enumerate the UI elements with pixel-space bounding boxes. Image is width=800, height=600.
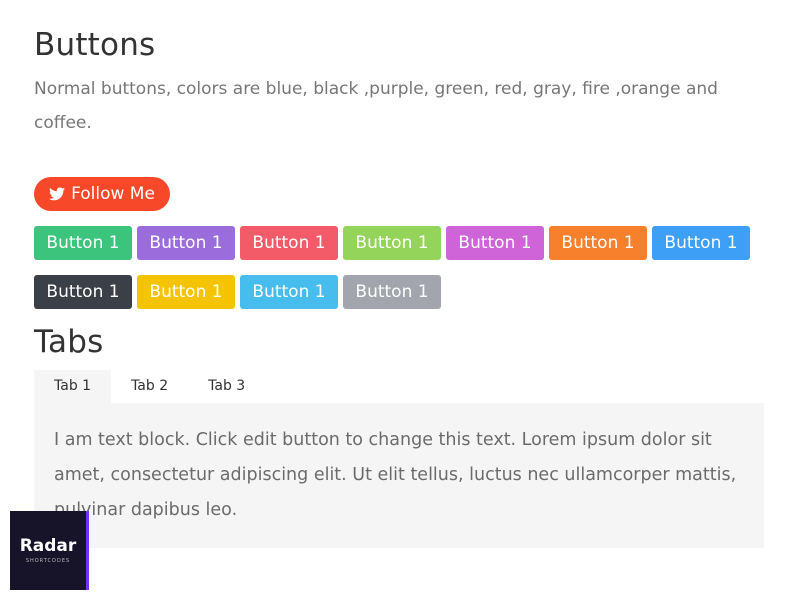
logo-name: Radar	[19, 536, 77, 556]
color-button[interactable]: Button 1	[34, 226, 132, 260]
color-button[interactable]: Button 1	[343, 226, 441, 260]
color-button[interactable]: Button 1	[34, 275, 132, 309]
tab-bar: Tab 1 Tab 2 Tab 3	[34, 370, 265, 403]
button-row-1: Button 1 Button 1 Button 1 Button 1 Button 1…	[34, 226, 750, 260]
button-row-2: Button 1 Button 1 Button 1 Button 1	[34, 275, 441, 309]
color-button[interactable]: Button 1	[137, 226, 235, 260]
color-button[interactable]: Button 1	[240, 226, 338, 260]
color-button[interactable]: Button 1	[549, 226, 647, 260]
color-button[interactable]: Button 1	[446, 226, 544, 260]
color-button[interactable]: Button 1	[652, 226, 750, 260]
buttons-heading: Buttons	[34, 27, 156, 63]
follow-me-label: Follow Me	[71, 184, 155, 204]
tab-1[interactable]: Tab 1	[34, 370, 112, 403]
buttons-description: Normal buttons, colors are blue, black ,…	[34, 79, 718, 133]
tab-panel-text: I am text block. Click edit button to ch…	[54, 430, 737, 520]
follow-me-button[interactable]: Follow Me	[34, 177, 170, 211]
twitter-icon	[49, 187, 66, 201]
color-button[interactable]: Button 1	[343, 275, 441, 309]
tab-2[interactable]: Tab 2	[111, 370, 188, 403]
color-button[interactable]: Button 1	[240, 275, 338, 309]
tabs-heading: Tabs	[34, 324, 104, 360]
tab-3[interactable]: Tab 3	[188, 370, 265, 403]
logo-subtitle: SHORTCODES	[25, 558, 71, 564]
color-button[interactable]: Button 1	[137, 275, 235, 309]
tab-panel: I am text block. Click edit button to ch…	[34, 403, 764, 548]
radar-logo: Radar SHORTCODES	[10, 511, 89, 590]
